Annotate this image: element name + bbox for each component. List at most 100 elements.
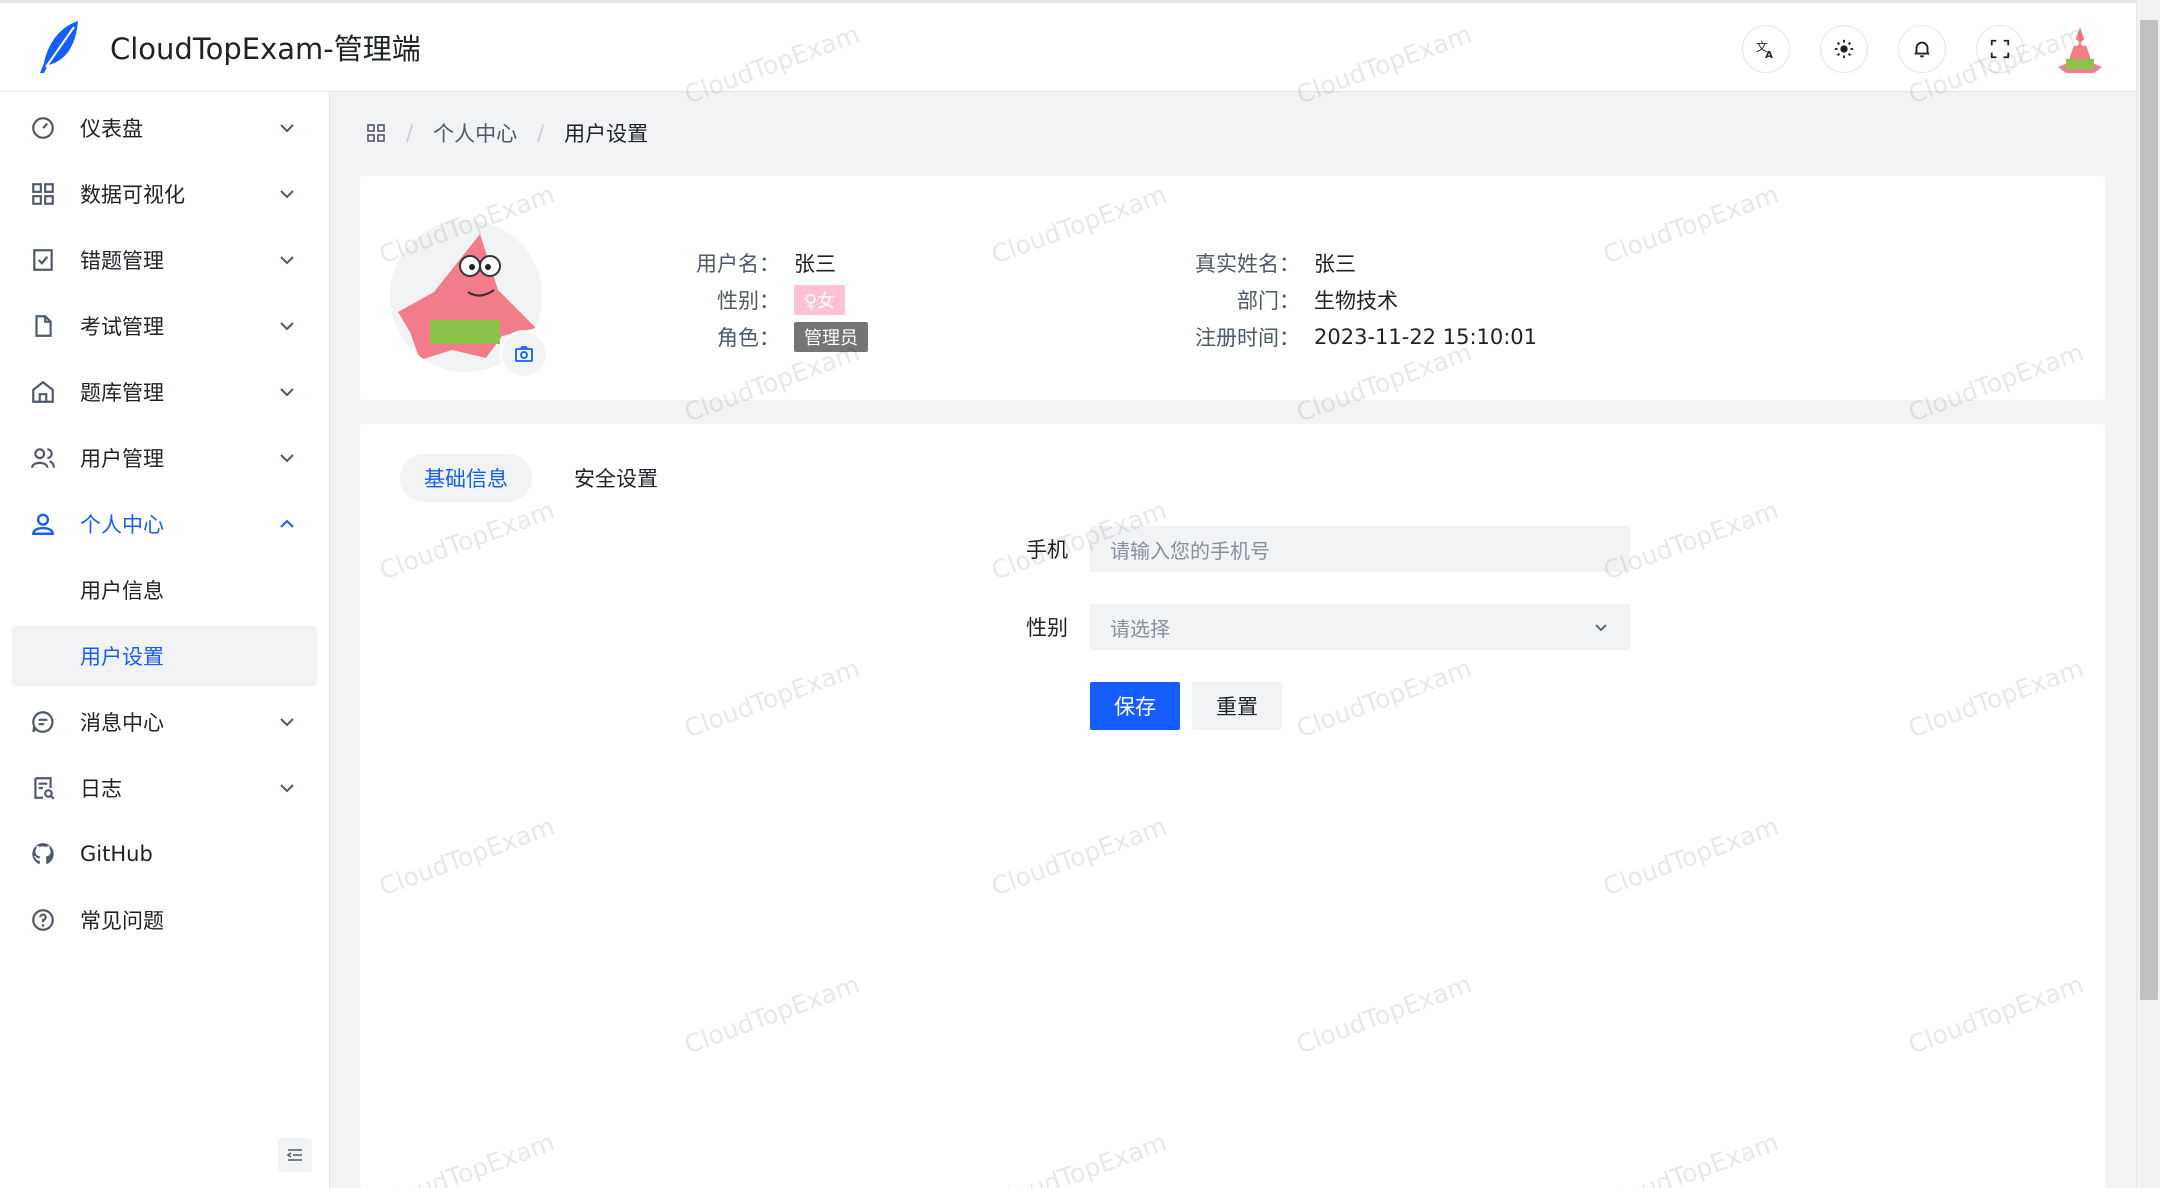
sidebar-item-label: 仪表盘	[80, 117, 143, 141]
sidebar-subitem-user-settings[interactable]: 用户设置	[12, 626, 317, 686]
role-row: 角色： 管理员	[660, 318, 868, 355]
sidebar-item-label: 用户管理	[80, 447, 164, 471]
sidebar-item-question-bank[interactable]: 题库管理	[12, 362, 317, 422]
sidebar-item-data-visualization[interactable]: 数据可视化	[12, 164, 317, 224]
phone-label: 手机	[1026, 538, 1068, 562]
department-label: 部门：	[1237, 288, 1300, 313]
phone-input[interactable]: 请输入您的手机号	[1090, 526, 1630, 572]
file-icon	[30, 313, 56, 339]
user-icon	[30, 511, 56, 537]
reset-button[interactable]: 重置	[1192, 682, 1282, 730]
register-time-value: 2023-11-22 15:10:01	[1314, 324, 1538, 349]
translate-button[interactable]: 文A	[1742, 25, 1790, 73]
breadcrumb-current: 用户设置	[564, 122, 649, 146]
sidebar-item-github[interactable]: GitHub	[12, 824, 317, 884]
profile-info-right: 真实姓名： 张三 部门： 生物技术 注册时间： 2023-11-22 15:10…	[1160, 244, 1537, 355]
settings-tabs: 基础信息 安全设置	[400, 454, 700, 502]
chevron-down-icon	[280, 322, 294, 331]
sidebar-item-personal-center[interactable]: 个人中心	[12, 494, 317, 554]
realname-row: 真实姓名： 张三	[1160, 244, 1537, 281]
sidebar-item-user-management[interactable]: 用户管理	[12, 428, 317, 488]
feather-logo-icon	[40, 21, 78, 73]
header-actions: 文A	[1712, 23, 2106, 75]
role-label: 角色：	[717, 325, 780, 350]
apps-icon[interactable]	[366, 123, 386, 143]
username-label: 用户名：	[696, 251, 780, 276]
breadcrumb-separator: /	[406, 121, 414, 145]
sidebar-subitem-user-info[interactable]: 用户信息	[12, 560, 317, 620]
user-avatar[interactable]	[2054, 23, 2106, 75]
sidebar-item-label: 错题管理	[80, 249, 164, 273]
sidebar-item-exam-management[interactable]: 考试管理	[12, 296, 317, 356]
register-time-label: 注册时间：	[1195, 325, 1300, 350]
username-value: 张三	[794, 251, 836, 276]
sidebar-item-label: 个人中心	[80, 513, 164, 537]
change-avatar-button[interactable]	[500, 330, 548, 378]
chevron-down-icon	[280, 256, 294, 265]
role-badge: 管理员	[794, 321, 868, 352]
scrollbar-thumb[interactable]	[2140, 20, 2158, 1000]
gender-label: 性别：	[717, 288, 780, 313]
gender-select-placeholder: 请选择	[1110, 616, 1170, 641]
users-icon	[30, 445, 56, 471]
breadcrumb-separator: /	[537, 121, 545, 145]
sidebar-item-label: 日志	[80, 777, 122, 801]
menu-fold-icon	[286, 1149, 302, 1161]
log-icon	[30, 775, 56, 801]
chevron-down-icon	[280, 190, 294, 199]
fullscreen-icon	[1990, 39, 2010, 59]
department-row: 部门： 生物技术	[1160, 281, 1537, 318]
message-icon	[30, 709, 56, 735]
sidebar: 仪表盘 数据可视化 错题管理 考试管理 题库管理 用户管理 个人中心 用户信息 …	[0, 92, 330, 1188]
gender-row: 性别： ♀女	[660, 281, 868, 318]
tab-basic-info[interactable]: 基础信息	[400, 454, 532, 502]
sidebar-item-label: 常见问题	[80, 909, 164, 933]
notification-button[interactable]	[1898, 25, 1946, 73]
grid-icon	[30, 181, 56, 207]
profile-card: 用户名： 张三 性别： ♀女 角色： 管理员 真实姓名： 张三 部门： 生物技术…	[360, 176, 2105, 400]
realname-value: 张三	[1314, 251, 1356, 276]
tab-security-settings[interactable]: 安全设置	[550, 454, 682, 502]
settings-card: 基础信息 安全设置 手机 请输入您的手机号 性别 请选择 保存 重置	[360, 424, 2105, 1188]
sidebar-item-wrong-questions[interactable]: 错题管理	[12, 230, 317, 290]
register-time-row: 注册时间： 2023-11-22 15:10:01	[1160, 318, 1537, 355]
sun-icon	[1834, 39, 1854, 59]
theme-toggle-button[interactable]	[1820, 25, 1868, 73]
chevron-down-icon	[280, 718, 294, 727]
checklist-icon	[30, 247, 56, 273]
sidebar-item-faq[interactable]: 常见问题	[12, 890, 317, 950]
basic-info-form: 手机 请输入您的手机号 性别 请选择 保存 重置	[1000, 526, 1630, 730]
gender-select-row: 性别 请选择	[1000, 604, 1630, 650]
chevron-down-icon	[280, 784, 294, 793]
bell-icon	[1914, 41, 1930, 58]
sidebar-item-label: 考试管理	[80, 315, 164, 339]
department-value: 生物技术	[1314, 288, 1398, 313]
realname-label: 真实姓名：	[1195, 251, 1300, 276]
chevron-down-icon	[280, 454, 294, 463]
save-button[interactable]: 保存	[1090, 682, 1180, 730]
camera-icon	[515, 346, 533, 362]
page-scrollbar[interactable]	[2136, 0, 2160, 1188]
sidebar-item-message-center[interactable]: 消息中心	[12, 692, 317, 752]
sidebar-item-label: 题库管理	[80, 381, 164, 405]
fullscreen-button[interactable]	[1976, 25, 2024, 73]
phone-row: 手机 请输入您的手机号	[1000, 526, 1630, 572]
gender-select[interactable]: 请选择	[1090, 604, 1630, 650]
breadcrumb-item[interactable]: 个人中心	[433, 118, 517, 148]
sidebar-item-label: GitHub	[80, 842, 153, 866]
bank-icon	[30, 379, 56, 405]
form-actions: 保存 重置	[1090, 682, 1630, 730]
sidebar-item-logs[interactable]: 日志	[12, 758, 317, 818]
app-title: CloudTopExam-管理端	[110, 32, 421, 66]
github-icon	[30, 841, 56, 867]
collapse-sidebar-button[interactable]	[278, 1138, 312, 1172]
top-header: CloudTopExam-管理端 文A	[0, 0, 2136, 92]
breadcrumb: / 个人中心 / 用户设置	[366, 118, 648, 148]
sidebar-item-dashboard[interactable]: 仪表盘	[12, 98, 317, 158]
dashboard-icon	[30, 115, 56, 141]
sidebar-item-label: 消息中心	[80, 711, 164, 735]
translate-icon: 文A	[1756, 40, 1773, 60]
profile-info-left: 用户名： 张三 性别： ♀女 角色： 管理员	[660, 244, 868, 355]
chevron-down-icon	[1595, 624, 1607, 632]
question-icon	[30, 907, 56, 933]
